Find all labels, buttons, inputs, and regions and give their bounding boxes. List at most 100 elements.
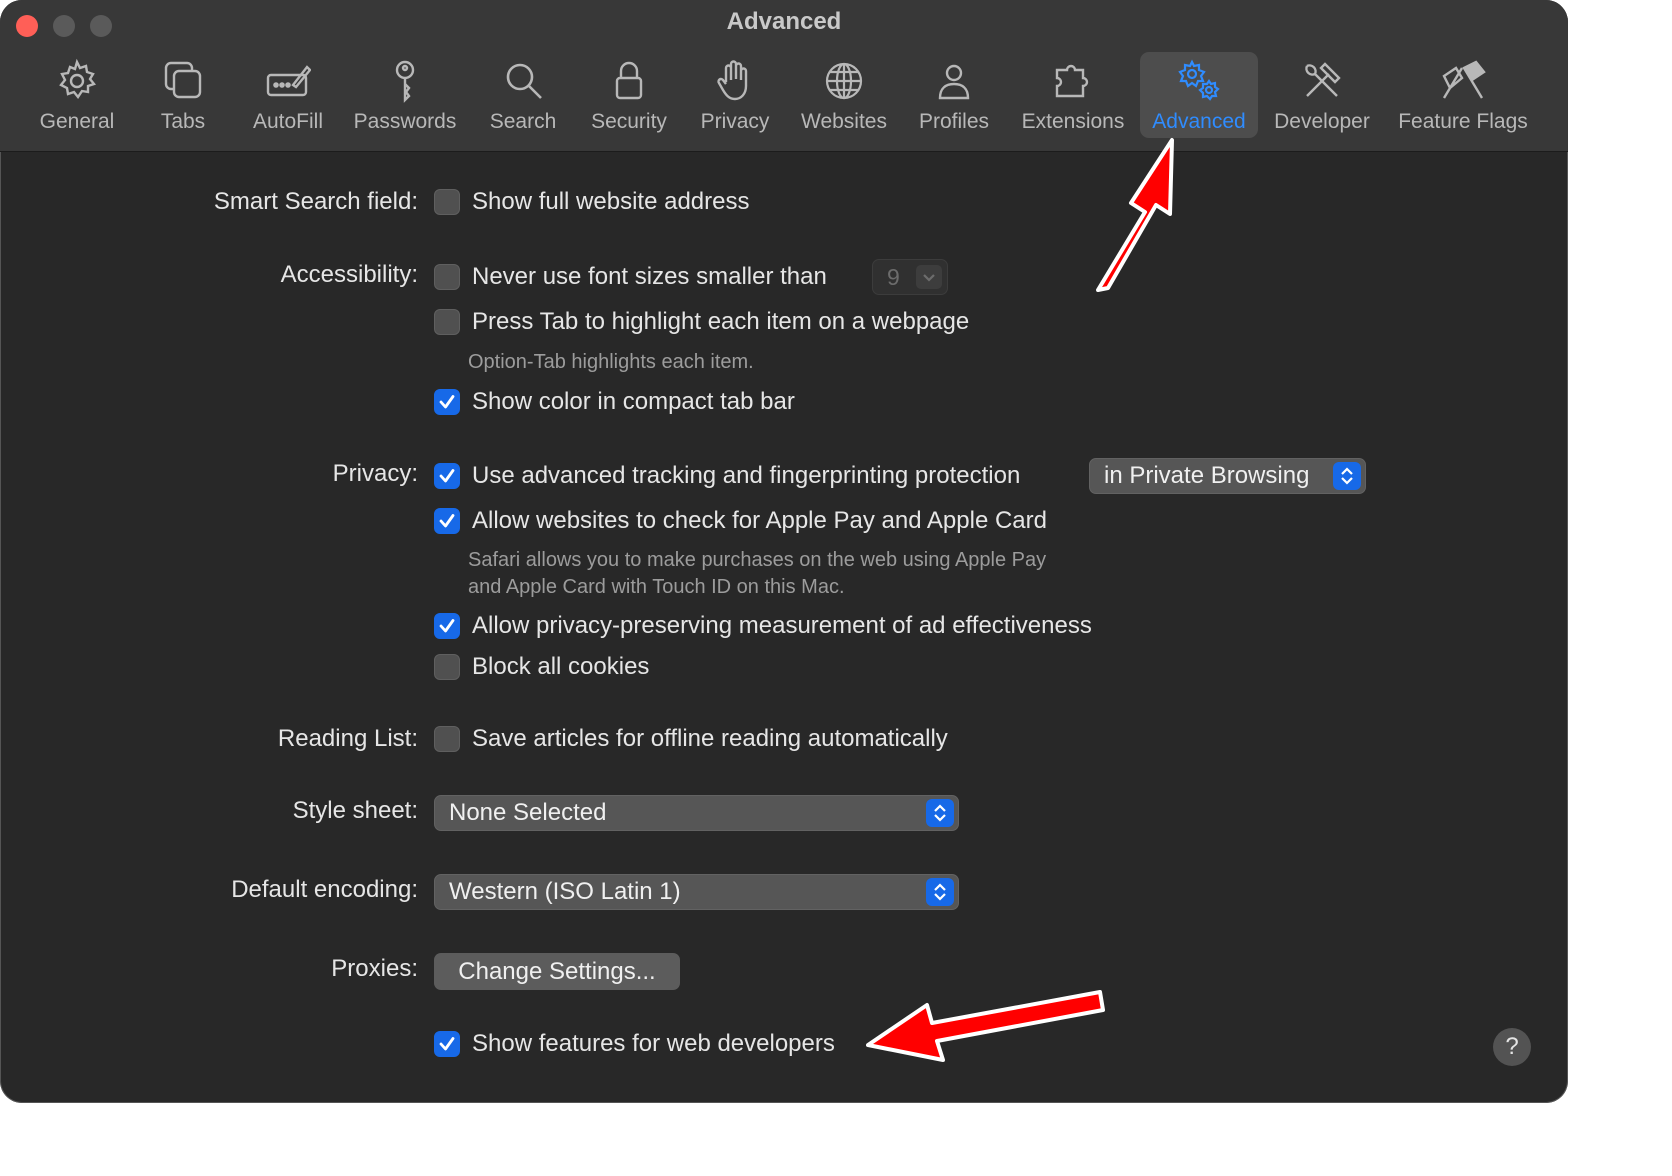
popup-value: Western (ISO Latin 1): [449, 878, 681, 905]
tab-privacy[interactable]: Privacy: [694, 52, 776, 138]
option-label: Show color in compact tab bar: [472, 388, 795, 415]
style-sheet-label: Style sheet:: [292, 797, 418, 824]
style-sheet-popup[interactable]: None Selected: [434, 795, 959, 831]
checkbox[interactable]: [434, 508, 460, 534]
tab-label: Advanced: [1152, 110, 1246, 133]
default-encoding-label: Default encoding:: [231, 876, 418, 903]
option-label: Show features for web developers: [472, 1030, 835, 1057]
smart-search-label: Smart Search field:: [213, 188, 418, 215]
offline-reading-option[interactable]: Save articles for offline reading automa…: [434, 725, 948, 753]
tab-extensions[interactable]: Extensions: [1016, 52, 1130, 138]
change-settings-button[interactable]: Change Settings...: [434, 953, 680, 990]
checkmark-icon: [439, 514, 455, 528]
tab-tabs[interactable]: Tabs: [150, 52, 216, 138]
tab-label: Passwords: [353, 110, 457, 133]
gear-icon: [59, 58, 97, 100]
tab-label: Tabs: [160, 110, 206, 133]
tab-profiles[interactable]: Profiles: [912, 52, 996, 138]
option-label: Never use font sizes smaller than: [472, 263, 827, 290]
checkbox[interactable]: [434, 1031, 460, 1057]
min-font-size-option[interactable]: Never use font sizes smaller than: [434, 263, 827, 291]
key-icon: [395, 60, 415, 103]
default-encoding-popup[interactable]: Western (ISO Latin 1): [434, 874, 959, 910]
proxies-label: Proxies:: [331, 955, 418, 982]
hand-icon: [717, 60, 748, 101]
tab-label: Search: [489, 110, 557, 133]
ad-measurement-option[interactable]: Allow privacy-preserving measurement of …: [434, 612, 1092, 640]
block-cookies-option[interactable]: Block all cookies: [434, 653, 649, 681]
tab-developer[interactable]: Developer: [1270, 52, 1374, 138]
web-developer-features-option[interactable]: Show features for web developers: [434, 1030, 835, 1058]
checkmark-icon: [439, 1037, 455, 1051]
checkbox[interactable]: [434, 654, 460, 680]
help-button[interactable]: ?: [1493, 1028, 1531, 1066]
option-label: Use advanced tracking and fingerprinting…: [472, 462, 1021, 489]
apple-pay-note-line2: and Apple Card with Touch ID on this Mac…: [468, 576, 845, 598]
autofill-icon: [266, 65, 311, 97]
apple-pay-note-line1: Safari allows you to make purchases on t…: [468, 549, 1047, 571]
checkbox[interactable]: [434, 463, 460, 489]
popup-value: None Selected: [449, 799, 607, 826]
option-label: Show full website address: [472, 188, 750, 215]
checkmark-icon: [439, 619, 455, 633]
popup-value: in Private Browsing: [1104, 462, 1310, 489]
font-size-value: 9: [887, 264, 900, 290]
checkbox[interactable]: [434, 389, 460, 415]
tab-passwords[interactable]: Passwords: [350, 52, 460, 138]
tab-label: Privacy: [700, 110, 770, 133]
tab-label: Websites: [801, 110, 887, 133]
compact-tab-color-option[interactable]: Show color in compact tab bar: [434, 388, 795, 416]
press-tab-note: Option-Tab highlights each item.: [468, 351, 754, 373]
tab-autofill[interactable]: AutoFill: [246, 52, 330, 138]
tab-label: AutoFill: [252, 110, 324, 133]
search-icon: [506, 63, 542, 99]
updown-chevron-icon: [926, 878, 954, 906]
updown-chevron-icon: [926, 799, 954, 827]
checkbox[interactable]: [434, 309, 460, 335]
checkbox[interactable]: [434, 189, 460, 215]
tab-label: Security: [591, 110, 667, 133]
preferences-window: Advanced General Tabs AutoFill Passwords…: [0, 0, 1568, 1103]
accessibility-label: Accessibility:: [280, 261, 418, 288]
tab-security[interactable]: Security: [584, 52, 674, 138]
tabs-icon: [164, 61, 202, 99]
checkbox[interactable]: [434, 726, 460, 752]
gears-icon: [1178, 59, 1220, 101]
tab-feature-flags[interactable]: Feature Flags: [1392, 52, 1534, 138]
option-label: Allow websites to check for Apple Pay an…: [472, 507, 1047, 534]
lock-icon: [615, 61, 643, 100]
font-size-popup[interactable]: 9: [872, 259, 948, 295]
checkmark-icon: [439, 469, 455, 483]
tab-label: Profiles: [918, 110, 990, 133]
updown-chevron-icon: [1333, 462, 1361, 490]
tracking-protection-option[interactable]: Use advanced tracking and fingerprinting…: [434, 462, 1020, 490]
person-icon: [938, 64, 970, 100]
checkmark-icon: [439, 395, 455, 409]
privacy-label: Privacy:: [332, 460, 418, 487]
window-title: Advanced: [726, 8, 842, 35]
option-label: Save articles for offline reading automa…: [472, 725, 948, 752]
puzzle-icon: [1055, 64, 1089, 98]
tab-advanced[interactable]: Advanced: [1140, 52, 1258, 138]
tab-search[interactable]: Search: [484, 52, 562, 138]
tab-websites[interactable]: Websites: [796, 52, 892, 138]
tab-label: Developer: [1274, 110, 1370, 133]
option-label: Allow privacy-preserving measurement of …: [472, 612, 1092, 639]
tab-label: Extensions: [1021, 110, 1125, 133]
toolbar: Advanced General Tabs AutoFill Passwords…: [0, 0, 1568, 152]
tools-icon: [1305, 62, 1341, 97]
globe-icon: [825, 62, 863, 100]
tracking-scope-popup[interactable]: in Private Browsing: [1089, 458, 1366, 494]
tab-general[interactable]: General: [34, 52, 120, 138]
option-label: Press Tab to highlight each item on a we…: [472, 308, 970, 335]
reading-list-label: Reading List:: [277, 725, 418, 752]
apple-pay-option[interactable]: Allow websites to check for Apple Pay an…: [434, 507, 1047, 535]
press-tab-option[interactable]: Press Tab to highlight each item on a we…: [434, 308, 969, 336]
checkbox[interactable]: [434, 613, 460, 639]
tab-label: Feature Flags: [1398, 110, 1528, 133]
advanced-settings-pane: Smart Search field: Show full website ad…: [0, 152, 1568, 1103]
option-label: Block all cookies: [472, 653, 650, 680]
chevron-down-icon: [916, 265, 942, 289]
show-full-address-option[interactable]: Show full website address: [434, 188, 749, 216]
checkbox[interactable]: [434, 264, 460, 290]
